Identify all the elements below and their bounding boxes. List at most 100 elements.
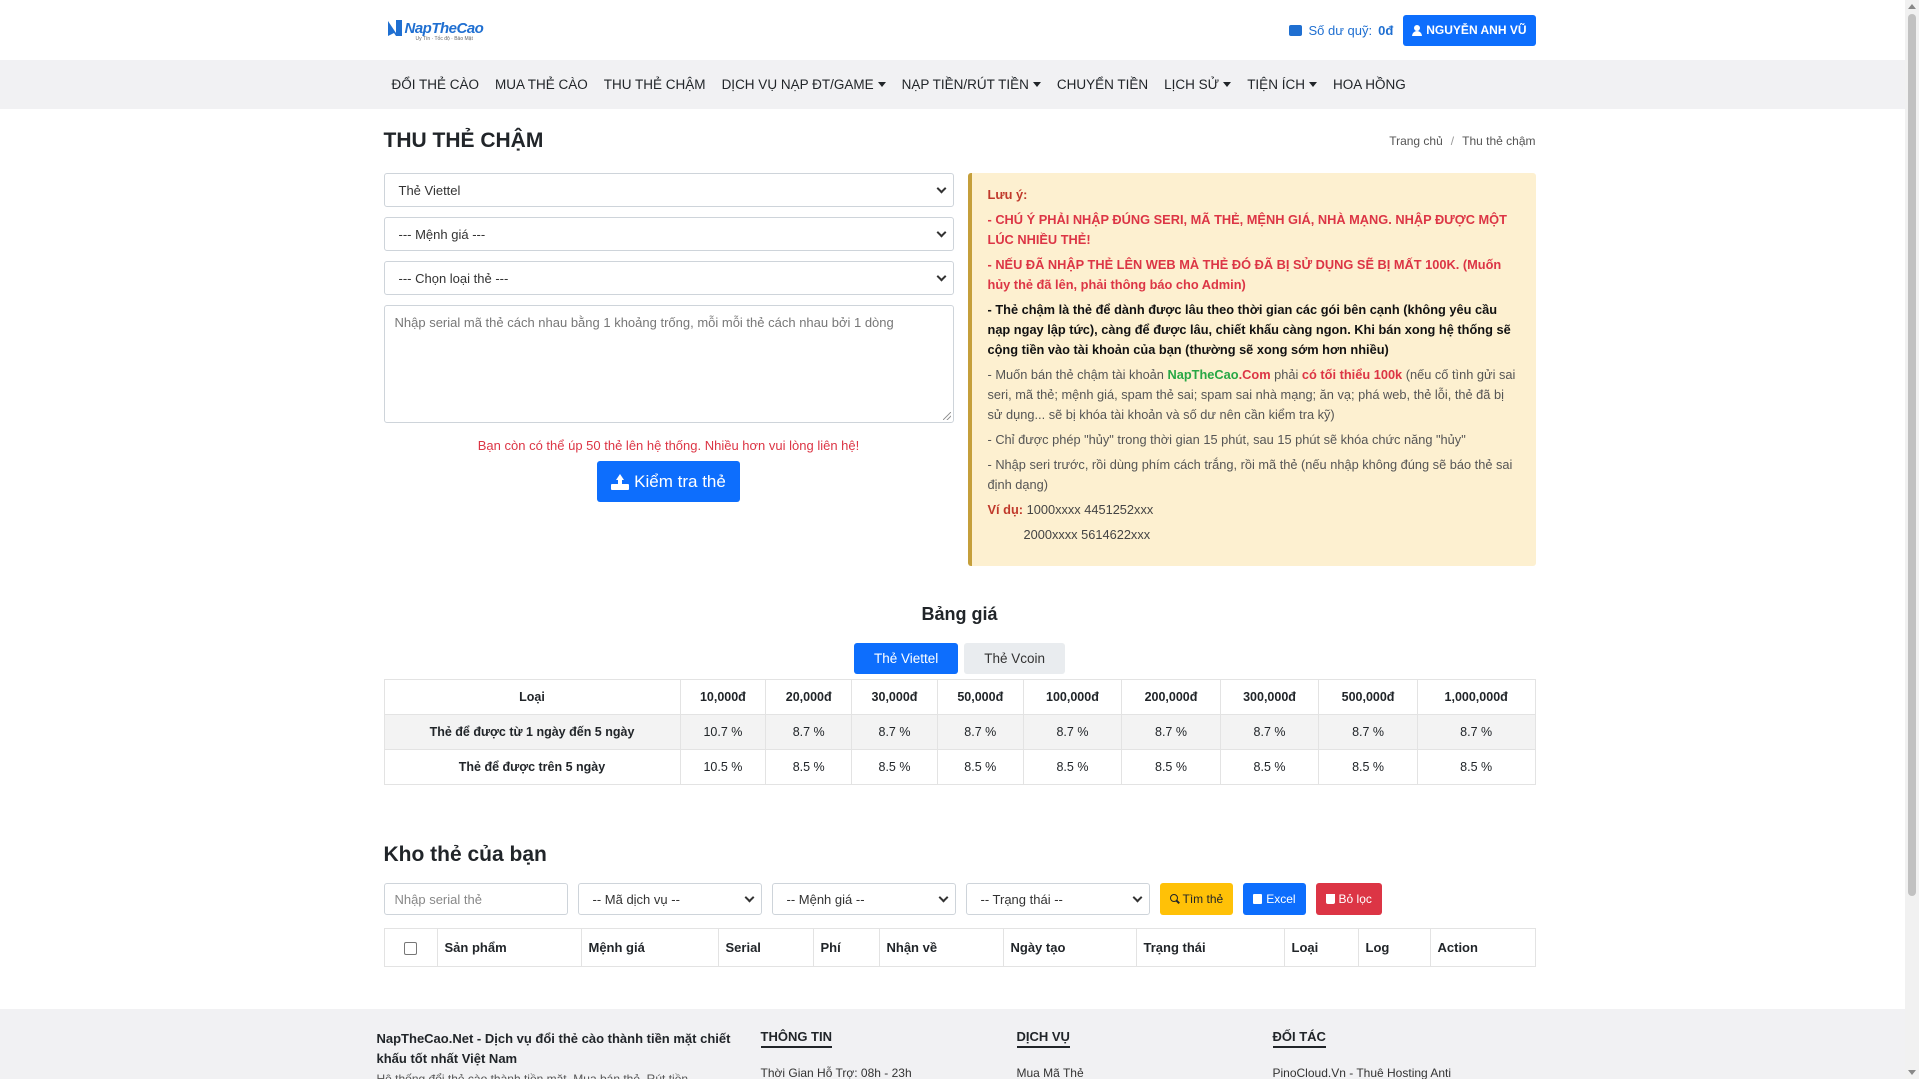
search-cards-button[interactable]: Tìm thẻ: [1159, 883, 1234, 915]
column-header: Mệnh giá: [580, 928, 719, 967]
warehouse-title: Kho thẻ của bạn: [383, 843, 547, 866]
nav-item-mua-the-cao[interactable]: MUA THẺ CÀO: [487, 77, 596, 92]
notice-warning-1: - CHÚ Ý PHẢI NHẬP ĐÚNG SERI, MÃ THẺ, MỆN…: [987, 212, 1507, 247]
scroll-up-arrow-icon[interactable]: [1908, 4, 1916, 9]
chevron-down-icon: [936, 183, 946, 193]
table-cell: 8.5 %: [1219, 749, 1320, 785]
column-header: 100,000đ: [1022, 679, 1123, 715]
breadcrumb-separator: /: [1450, 134, 1455, 148]
scroll-down-arrow-icon[interactable]: [1908, 1070, 1916, 1075]
service-code-select[interactable]: -- Mã dịch vụ --: [577, 883, 762, 915]
tab-viettel[interactable]: Thẻ Viettel: [853, 643, 959, 674]
footer: NapTheCao.Net - Dịch vụ đổi thẻ cào thàn…: [0, 1009, 1905, 1079]
export-excel-button[interactable]: Excel: [1243, 883, 1306, 915]
nav-item-doi-the-cao[interactable]: ĐỔI THẺ CÀO: [384, 77, 488, 92]
serial-search-input[interactable]: Nhập serial thẻ: [383, 883, 568, 915]
warehouse-filters: Nhập serial thẻ -- Mã dịch vụ -- -- Mệnh…: [383, 883, 1536, 915]
main-content: THU THẺ CHẬM Trang chủ / Thu thẻ chậm Th…: [383, 129, 1536, 967]
footer-about: NapTheCao.Net - Dịch vụ đổi thẻ cào thàn…: [377, 1029, 761, 1079]
nav-item-lich-su[interactable]: LỊCH SỬ: [1156, 77, 1239, 92]
column-header: 30,000đ: [851, 679, 938, 715]
select-all-checkbox[interactable]: [404, 942, 417, 956]
column-header: Ngày tạo: [1002, 928, 1137, 967]
clear-filter-button[interactable]: Bỏ lọc: [1315, 883, 1382, 915]
column-header: Action: [1429, 928, 1536, 967]
chevron-down-icon: [936, 271, 946, 281]
column-header: Log: [1357, 928, 1431, 967]
notice-rule-format: - Nhập seri trước, rồi dùng phím cách tr…: [987, 457, 1513, 492]
nav-item-thu-the-cham[interactable]: THU THẺ CHẬM: [596, 77, 714, 92]
caret-down-icon: [1308, 82, 1317, 87]
nav-item-hoa-hong[interactable]: HOA HỒNG: [1325, 77, 1414, 92]
price-table-header: Loại 10,000đ 20,000đ 30,000đ 50,000đ 100…: [383, 679, 1536, 715]
user-menu-button[interactable]: NGUYỄN ANH VŨ: [1403, 14, 1536, 46]
notice-warning-2: - NẾU ĐÃ NHẬP THẺ LÊN WEB MÀ THẺ ĐÓ ĐÃ B…: [987, 257, 1502, 292]
nav-label: CHUYỂN TIỀN: [1056, 77, 1149, 92]
column-header: Serial: [717, 928, 814, 967]
table-cell: 8.7 %: [1219, 714, 1320, 750]
denomination-select[interactable]: --- Mệnh giá ---: [383, 217, 954, 251]
nav-item-nap-rut-tien[interactable]: NẠP TIỀN/RÚT TIỀN: [894, 77, 1049, 92]
row-header: Thẻ để được trên 5 ngày: [383, 749, 681, 785]
user-icon: [1412, 24, 1423, 36]
denomination-filter-select[interactable]: -- Mệnh giá --: [771, 883, 956, 915]
table-cell: 8.5 %: [1121, 749, 1221, 785]
notice-box: Lưu ý: - CHÚ Ý PHẢI NHẬP ĐÚNG SERI, MÃ T…: [967, 173, 1536, 566]
balance-value: 0đ: [1378, 22, 1394, 38]
chevron-down-icon: [744, 892, 754, 902]
page-title: THU THẺ CHẬM: [383, 129, 544, 152]
select-value: -- Mệnh giá --: [786, 891, 865, 907]
example-label: Ví dụ:: [987, 502, 1024, 517]
card-type-select[interactable]: Thẻ Viettel: [383, 173, 954, 207]
upload-icon: [611, 473, 630, 490]
footer-about-title: NapTheCao.Net - Dịch vụ đổi thẻ cào thàn…: [376, 1031, 731, 1066]
tab-vcoin[interactable]: Thẻ Vcoin: [964, 643, 1066, 674]
nav-item-chuyen-tien[interactable]: CHUYỂN TIỀN: [1049, 77, 1156, 92]
column-header: 1,000,000đ: [1416, 679, 1536, 715]
logo-tagline: Uy Tín · Tốc độ · Bảo Mật: [415, 36, 473, 42]
site-logo[interactable]: NapTheCao Uy Tín · Tốc độ · Bảo Mật: [386, 18, 484, 42]
page-scrollbar[interactable]: [1905, 0, 1919, 1079]
text: - Muốn bán thẻ chậm tài khoản: [987, 367, 1168, 382]
cards-table-header: Sản phẩm Mệnh giá Serial Phí Nhận về Ngà…: [383, 928, 1536, 967]
column-header: Phí: [812, 928, 880, 967]
file-icon: [1253, 894, 1263, 904]
footer-about-text: Hệ thống đổi thẻ cào thành tiền mặt, Mua…: [376, 1072, 689, 1079]
check-card-button[interactable]: Kiểm tra thẻ: [597, 461, 740, 502]
nav-label: MUA THẺ CÀO: [495, 77, 588, 92]
card-kind-select[interactable]: --- Chọn loại thẻ ---: [383, 261, 954, 295]
site-domain: .Com: [1238, 367, 1271, 382]
footer-services-link[interactable]: Mua Mã Thẻ: [1017, 1066, 1273, 1079]
breadcrumb-home[interactable]: Trang chủ: [1389, 134, 1443, 148]
site-name: NapTheCao: [1167, 367, 1239, 382]
upload-limit-text: Bạn còn có thể úp 50 thẻ lên hệ thống. N…: [477, 438, 860, 453]
footer-info-line: Thời Gian Hỗ Trợ: 08h - 23h: [760, 1066, 912, 1079]
example-2: 2000xxxx 5614622xxx: [1023, 527, 1151, 542]
column-header: Nhận về: [878, 928, 1004, 967]
table-cell: 8.5 %: [936, 749, 1024, 785]
scroll-thumb[interactable]: [1908, 14, 1916, 896]
input-placeholder: Nhập serial thẻ: [394, 891, 482, 907]
footer-partners-title: ĐỐI TÁC: [1272, 1029, 1326, 1048]
notice-rule-cancel: - Chỉ được phép "hủy" trong thời gian 15…: [987, 432, 1466, 447]
serial-textarea[interactable]: Nhập serial mã thẻ cách nhau bằng 1 khoả…: [383, 305, 954, 423]
footer-partners-link[interactable]: PinoCloud.Vn - Thuê Hosting Anti: [1273, 1066, 1529, 1079]
logo-text: NapTheCao: [404, 19, 484, 37]
table-cell: 8.7 %: [1022, 714, 1123, 750]
table-cell: 8.5 %: [851, 749, 938, 785]
nav-label: TIỆN ÍCH: [1247, 77, 1305, 92]
nav-item-tien-ich[interactable]: TIỆN ÍCH: [1239, 77, 1325, 92]
nav-label: DỊCH VỤ NẠP ĐT/GAME: [721, 77, 874, 92]
button-label: Kiểm tra thẻ: [634, 471, 726, 491]
chevron-down-icon: [936, 227, 946, 237]
caret-down-icon: [1223, 82, 1232, 87]
nav-item-dich-vu-nap[interactable]: DỊCH VỤ NẠP ĐT/GAME: [714, 77, 894, 92]
resize-handle-icon[interactable]: [942, 412, 951, 420]
table-row: Thẻ để được từ 1 ngày đến 5 ngày 10.7 % …: [383, 714, 1536, 750]
caret-down-icon: [877, 82, 886, 87]
table-cell: 8.7 %: [851, 714, 938, 750]
row-header: Thẻ để được từ 1 ngày đến 5 ngày: [383, 714, 681, 750]
table-cell: 8.5 %: [1022, 749, 1123, 785]
status-filter-select[interactable]: -- Trạng thái --: [965, 883, 1150, 915]
select-value: --- Chọn loại thẻ ---: [398, 270, 509, 286]
